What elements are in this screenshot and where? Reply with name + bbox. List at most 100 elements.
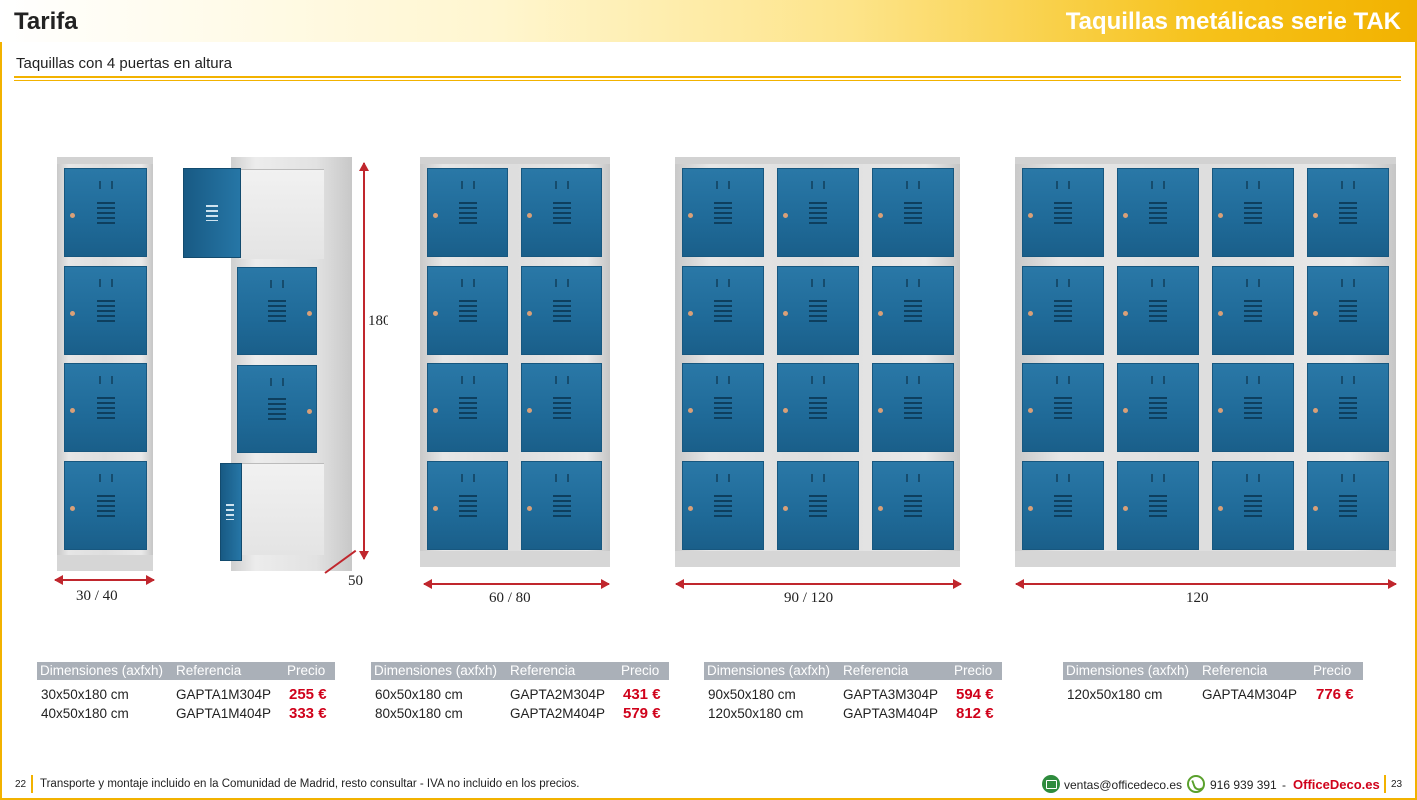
locker-door <box>1212 461 1294 550</box>
locker-door <box>872 363 954 452</box>
locker-door <box>682 168 764 257</box>
price-cell: 776 € <box>1316 686 1354 703</box>
footer-separator <box>1384 775 1386 793</box>
width-label-single: 30 / 40 <box>76 588 118 604</box>
page-number-right: 23 <box>1391 779 1403 790</box>
dimension-cell: 40x50x180 cm <box>41 706 129 721</box>
locker-door <box>1022 168 1104 257</box>
dimension-cell: 60x50x180 cm <box>375 687 463 702</box>
locker-door <box>1307 266 1389 355</box>
locker-door <box>872 461 954 550</box>
locker-door <box>1307 168 1389 257</box>
open-compartment <box>239 169 324 259</box>
footer-dash: - <box>1282 778 1286 792</box>
table-row: 30x50x180 cm GAPTA1M304P 255 € <box>37 686 335 706</box>
dimension-cell: 80x50x180 cm <box>375 706 463 721</box>
dimension-cell: 90x50x180 cm <box>708 687 796 702</box>
page-number-left: 22 <box>15 779 27 790</box>
locker-door <box>427 266 508 355</box>
locker-door <box>682 266 764 355</box>
locker-door <box>427 363 508 452</box>
column-header: Referencia <box>176 663 242 678</box>
locker-door <box>777 266 859 355</box>
locker-door <box>1307 363 1389 452</box>
locker-door <box>64 363 147 452</box>
locker-door <box>427 461 508 550</box>
height-arrow <box>359 162 369 560</box>
series-title: Taquillas metálicas serie TAK <box>1065 8 1401 35</box>
locker-door <box>64 266 147 355</box>
price-cell: 812 € <box>956 705 994 722</box>
reference-cell: GAPTA3M304P <box>843 687 939 702</box>
column-header: Dimensiones (axfxh) <box>707 663 831 678</box>
dimension-cell: 120x50x180 cm <box>708 706 804 721</box>
locker-door <box>237 267 317 355</box>
locker-door <box>1022 461 1104 550</box>
brand-link[interactable]: OfficeDeco.es <box>1293 777 1380 792</box>
phone-icon <box>1187 775 1205 793</box>
width-arrow <box>675 579 962 589</box>
column-header: Precio <box>287 663 326 678</box>
locker-door <box>427 168 508 257</box>
locker-cabinet <box>57 157 153 571</box>
table-row: 80x50x180 cm GAPTA2M404P 579 € <box>371 705 669 725</box>
column-header: Dimensiones (axfxh) <box>1066 663 1190 678</box>
locker-door <box>777 461 859 550</box>
footer: 22 Transporte y montaje incluido en la C… <box>0 772 1417 798</box>
locker-door <box>1022 266 1104 355</box>
table-row: 120x50x180 cm GAPTA4M304P 776 € <box>1063 686 1363 706</box>
column-header: Dimensiones (axfxh) <box>40 663 164 678</box>
footer-note: Transporte y montaje incluido en la Comu… <box>40 778 580 790</box>
locker-door <box>521 363 602 452</box>
open-locker-cabinet <box>231 157 352 571</box>
table-row: 120x50x180 cm GAPTA3M404P 812 € <box>704 705 1002 725</box>
reference-cell: GAPTA2M304P <box>510 687 606 702</box>
locker-door <box>872 168 954 257</box>
locker-door <box>521 461 602 550</box>
locker-door <box>521 266 602 355</box>
column-header: Precio <box>621 663 660 678</box>
locker-cabinet <box>420 157 610 567</box>
email-link[interactable]: ventas@officedeco.es <box>1064 778 1182 792</box>
locker-door <box>1117 461 1199 550</box>
locker-cabinet <box>1015 157 1396 567</box>
locker-door <box>1307 461 1389 550</box>
reference-cell: GAPTA1M304P <box>176 687 272 702</box>
price-cell: 579 € <box>623 705 661 722</box>
table-header: Dimensiones (axfxh) Referencia Precio <box>371 662 669 680</box>
locker-door <box>1117 363 1199 452</box>
table-header: Dimensiones (axfxh) Referencia Precio <box>37 662 335 680</box>
depth-label: 50 <box>348 573 363 589</box>
locker-door <box>1212 168 1294 257</box>
reference-cell: GAPTA4M304P <box>1202 687 1298 702</box>
reference-cell: GAPTA2M404P <box>510 706 606 721</box>
locker-door <box>1117 266 1199 355</box>
open-locker-door <box>220 463 242 561</box>
phone-number[interactable]: 916 939 391 <box>1210 778 1277 792</box>
divider <box>14 80 1401 81</box>
locker-cabinet <box>675 157 960 567</box>
table-row: 60x50x180 cm GAPTA2M304P 431 € <box>371 686 669 706</box>
locker-door <box>1022 363 1104 452</box>
price-cell: 431 € <box>623 686 661 703</box>
column-header: Precio <box>1313 663 1352 678</box>
divider <box>14 76 1401 78</box>
locker-door <box>64 461 147 550</box>
open-compartment <box>239 463 324 555</box>
table-row: 90x50x180 cm GAPTA3M304P 594 € <box>704 686 1002 706</box>
locker-door <box>64 168 147 257</box>
column-header: Referencia <box>843 663 909 678</box>
open-locker-door <box>183 168 241 258</box>
column-header: Referencia <box>1202 663 1268 678</box>
locker-door <box>1212 266 1294 355</box>
width-arrow <box>423 579 610 589</box>
width-label-double: 60 / 80 <box>489 590 531 606</box>
footer-separator <box>31 775 33 793</box>
table-header: Dimensiones (axfxh) Referencia Precio <box>704 662 1002 680</box>
reference-cell: GAPTA3M404P <box>843 706 939 721</box>
width-arrow <box>54 575 155 585</box>
width-label-triple: 90 / 120 <box>784 590 834 606</box>
locker-door <box>777 363 859 452</box>
email-icon <box>1042 775 1060 793</box>
width-label-quad: 120 <box>1186 590 1209 606</box>
